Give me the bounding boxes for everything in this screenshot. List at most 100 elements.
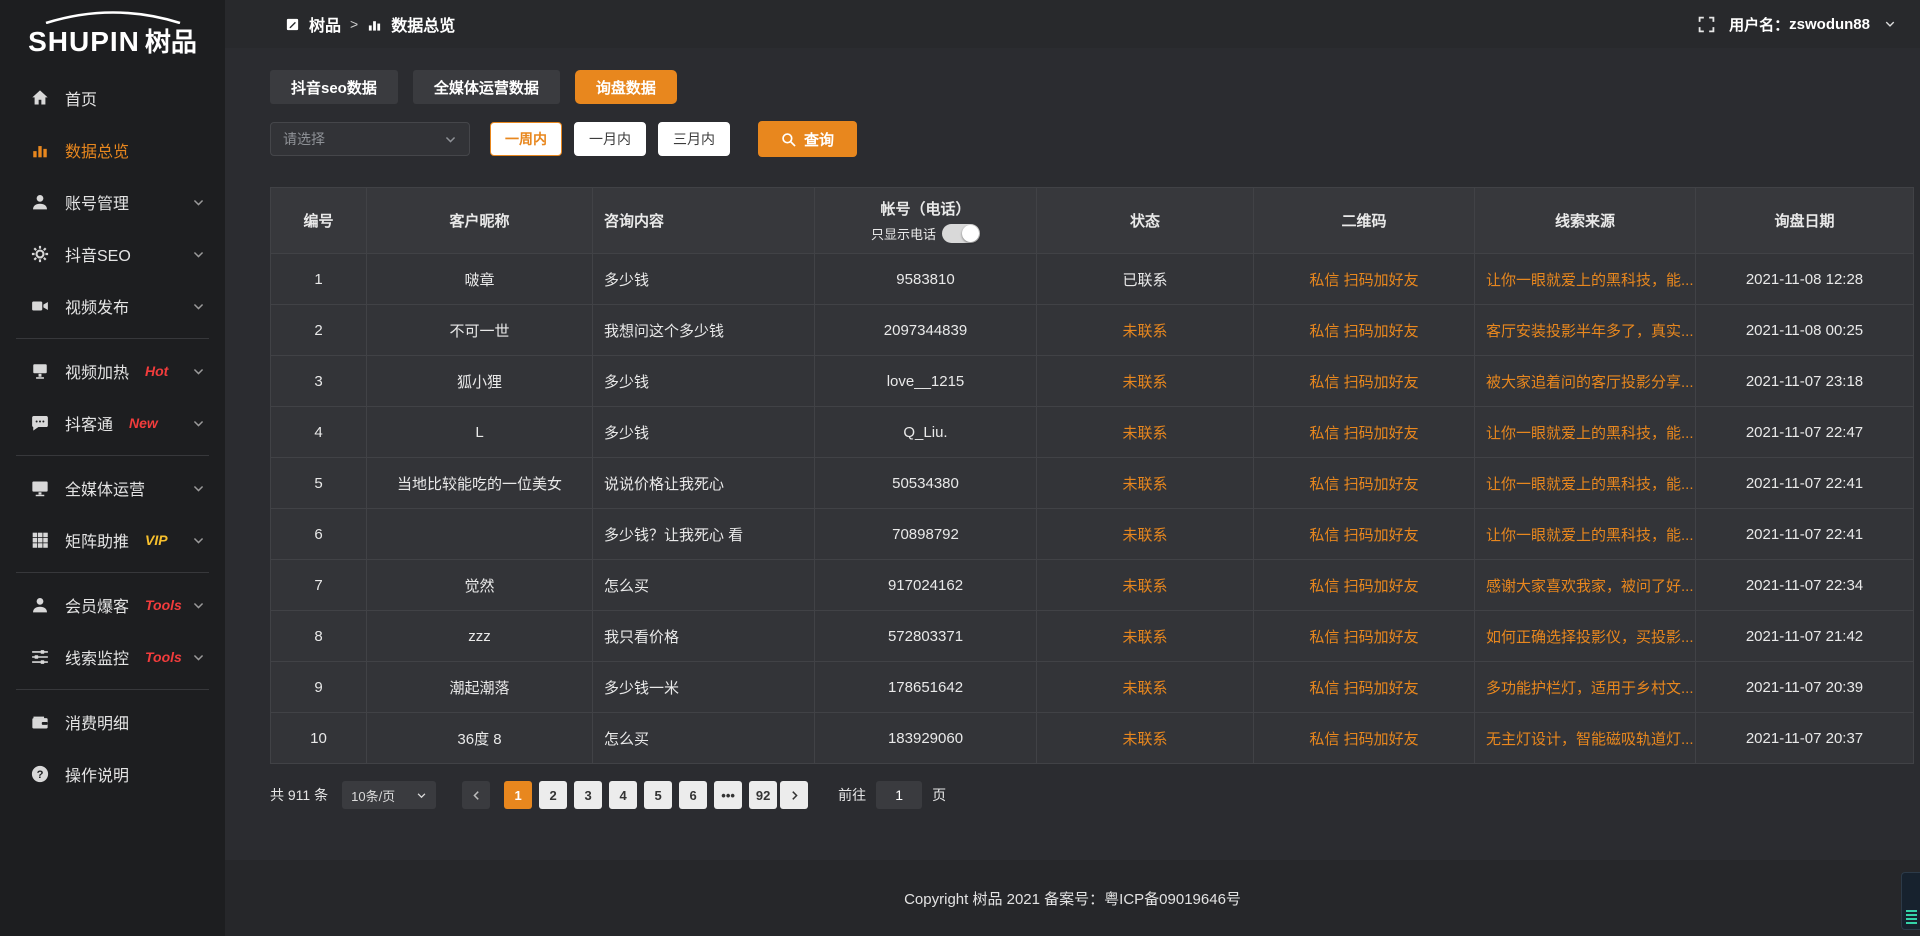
page-button-92[interactable]: 92 [749, 781, 777, 809]
cell-date: 2021-11-07 23:18 [1696, 356, 1914, 407]
breadcrumb-root[interactable]: 树品 [309, 12, 341, 36]
sidebar-item-11[interactable]: 线索监控Tools [0, 631, 225, 683]
sidebar-item-label: 消费明细 [65, 710, 129, 734]
table-row: 7觉然怎么买917024162未联系私信 扫码加好友感谢大家喜欢我家，被问了好.… [271, 560, 1914, 611]
cell-qr-link[interactable]: 私信 扫码加好友 [1254, 662, 1475, 713]
topbar: 树品 > 数据总览 用户名： zswodun88 [225, 0, 1920, 48]
floating-helper-widget[interactable] [1901, 872, 1920, 930]
cell-status: 未联系 [1037, 458, 1254, 509]
chevron-down-icon [192, 196, 205, 209]
sidebar-item-9[interactable]: 矩阵助推 VIP [0, 514, 225, 566]
cell-qr-link[interactable]: 私信 扫码加好友 [1254, 560, 1475, 611]
sidebar-item-8[interactable]: 全媒体运营 [0, 462, 225, 514]
date-range-button-3[interactable]: 三月内 [658, 122, 730, 156]
inquiry-table: 编号 客户昵称 咨询内容 帐号（电话） 只显示电话 [270, 187, 1914, 764]
date-range-button-1[interactable]: 一周内 [490, 122, 562, 156]
cell-account: 50534380 [815, 458, 1037, 509]
cell-source-link[interactable]: 感谢大家喜欢我家，被问了好... [1475, 560, 1696, 611]
page-button-2[interactable]: 2 [539, 781, 567, 809]
cell-account: 572803371 [815, 611, 1037, 662]
tab-2[interactable]: 全媒体运营数据 [413, 70, 560, 104]
page-button-6[interactable]: 6 [679, 781, 707, 809]
phone-toggle-label: 只显示电话 [871, 224, 936, 243]
per-page-value: 10条/页 [351, 786, 395, 805]
sidebar-item-13[interactable]: ?操作说明 [0, 748, 225, 800]
date-range-button-2[interactable]: 一月内 [574, 122, 646, 156]
cell-id: 1 [271, 254, 367, 305]
per-page-select[interactable]: 10条/页 [342, 781, 436, 809]
cell-qr-link[interactable]: 私信 扫码加好友 [1254, 611, 1475, 662]
sidebar-item-5[interactable]: 视频发布 [0, 280, 225, 332]
fullscreen-icon[interactable] [1698, 16, 1715, 33]
cell-date: 2021-11-08 12:28 [1696, 254, 1914, 305]
cell-qr-link[interactable]: 私信 扫码加好友 [1254, 458, 1475, 509]
page-ellipsis-button[interactable]: ••• [714, 781, 742, 809]
cell-qr-link[interactable]: 私信 扫码加好友 [1254, 356, 1475, 407]
tab-3[interactable]: 询盘数据 [575, 70, 677, 104]
sidebar-divider [16, 338, 209, 339]
table-row: 5当地比较能吃的一位美女说说价格让我死心50534380未联系私信 扫码加好友让… [271, 458, 1914, 509]
page-buttons: 123456•••92 [504, 781, 777, 809]
cell-nickname: 狐小狸 [367, 356, 593, 407]
app-logo[interactable]: SHUPIN 树品 [0, 0, 225, 64]
col-header-content: 咨询内容 [593, 188, 815, 254]
col-header-source: 线索来源 [1475, 188, 1696, 254]
pagination-total: 共 911 条 [270, 785, 328, 805]
cell-status: 未联系 [1037, 509, 1254, 560]
cell-nickname: L [367, 407, 593, 458]
col-header-nickname: 客户昵称 [367, 188, 593, 254]
cell-source-link[interactable]: 被大家追着问的客厅投影分享... [1475, 356, 1696, 407]
username[interactable]: zswodun88 [1789, 16, 1870, 33]
sidebar-item-3[interactable]: 账号管理 [0, 176, 225, 228]
sidebar-item-10[interactable]: 会员爆客Tools [0, 579, 225, 631]
sidebar-item-6[interactable]: 视频加热Hot [0, 345, 225, 397]
page-button-1[interactable]: 1 [504, 781, 532, 809]
cell-source-link[interactable]: 让你一眼就爱上的黑科技，能... [1475, 407, 1696, 458]
cell-account: 917024162 [815, 560, 1037, 611]
filter-select[interactable]: 请选择 [270, 122, 470, 156]
phone-only-toggle[interactable] [942, 224, 980, 243]
cell-id: 10 [271, 713, 367, 764]
prev-page-button[interactable] [462, 781, 490, 809]
sidebar-item-12[interactable]: 消费明细 [0, 696, 225, 748]
cell-id: 9 [271, 662, 367, 713]
page-button-4[interactable]: 4 [609, 781, 637, 809]
cell-source-link[interactable]: 让你一眼就爱上的黑科技，能... [1475, 509, 1696, 560]
cell-source-link[interactable]: 让你一眼就爱上的黑科技，能... [1475, 458, 1696, 509]
sidebar-item-label: 线索监控 [65, 645, 129, 669]
sidebar-item-label: 会员爆客 [65, 593, 129, 617]
sidebar-item-7[interactable]: 抖客通New [0, 397, 225, 449]
sidebar-item-label: 矩阵助推 [65, 528, 129, 552]
cell-qr-link[interactable]: 私信 扫码加好友 [1254, 407, 1475, 458]
wallet-icon [30, 712, 50, 732]
cell-qr-link[interactable]: 私信 扫码加好友 [1254, 305, 1475, 356]
goto-page: 前往 页 [838, 781, 946, 809]
cell-qr-link[interactable]: 私信 扫码加好友 [1254, 713, 1475, 764]
next-page-button[interactable] [780, 781, 808, 809]
breadcrumb-separator: > [350, 16, 358, 32]
goto-page-input[interactable] [876, 781, 922, 809]
sidebar-badge: VIP [145, 532, 168, 548]
tab-1[interactable]: 抖音seo数据 [270, 70, 398, 104]
search-button[interactable]: 查询 [758, 121, 857, 157]
cell-source-link[interactable]: 让你一眼就爱上的黑科技，能... [1475, 254, 1696, 305]
user-menu-chevron-icon[interactable] [1884, 18, 1896, 30]
table-row: 6多少钱？让我死心 看70898792未联系私信 扫码加好友让你一眼就爱上的黑科… [271, 509, 1914, 560]
cell-content: 怎么买 [593, 713, 815, 764]
cell-qr-link[interactable]: 私信 扫码加好友 [1254, 254, 1475, 305]
cell-id: 2 [271, 305, 367, 356]
cell-content: 多少钱？让我死心 看 [593, 509, 815, 560]
cell-source-link[interactable]: 客厅安装投影半年多了，真实... [1475, 305, 1696, 356]
sidebar-item-4[interactable]: 抖音SEO [0, 228, 225, 280]
chevron-down-icon [192, 365, 205, 378]
sidebar-item-1[interactable]: 首页 [0, 72, 225, 124]
page-button-3[interactable]: 3 [574, 781, 602, 809]
toggle-knob [962, 225, 979, 242]
cell-qr-link[interactable]: 私信 扫码加好友 [1254, 509, 1475, 560]
cell-source-link[interactable]: 无主灯设计，智能磁吸轨道灯... [1475, 713, 1696, 764]
cell-source-link[interactable]: 如何正确选择投影仪，买投影... [1475, 611, 1696, 662]
page-button-5[interactable]: 5 [644, 781, 672, 809]
cell-source-link[interactable]: 多功能护栏灯，适用于乡村文... [1475, 662, 1696, 713]
chart-icon [30, 140, 50, 160]
sidebar-item-2[interactable]: 数据总览 [0, 124, 225, 176]
